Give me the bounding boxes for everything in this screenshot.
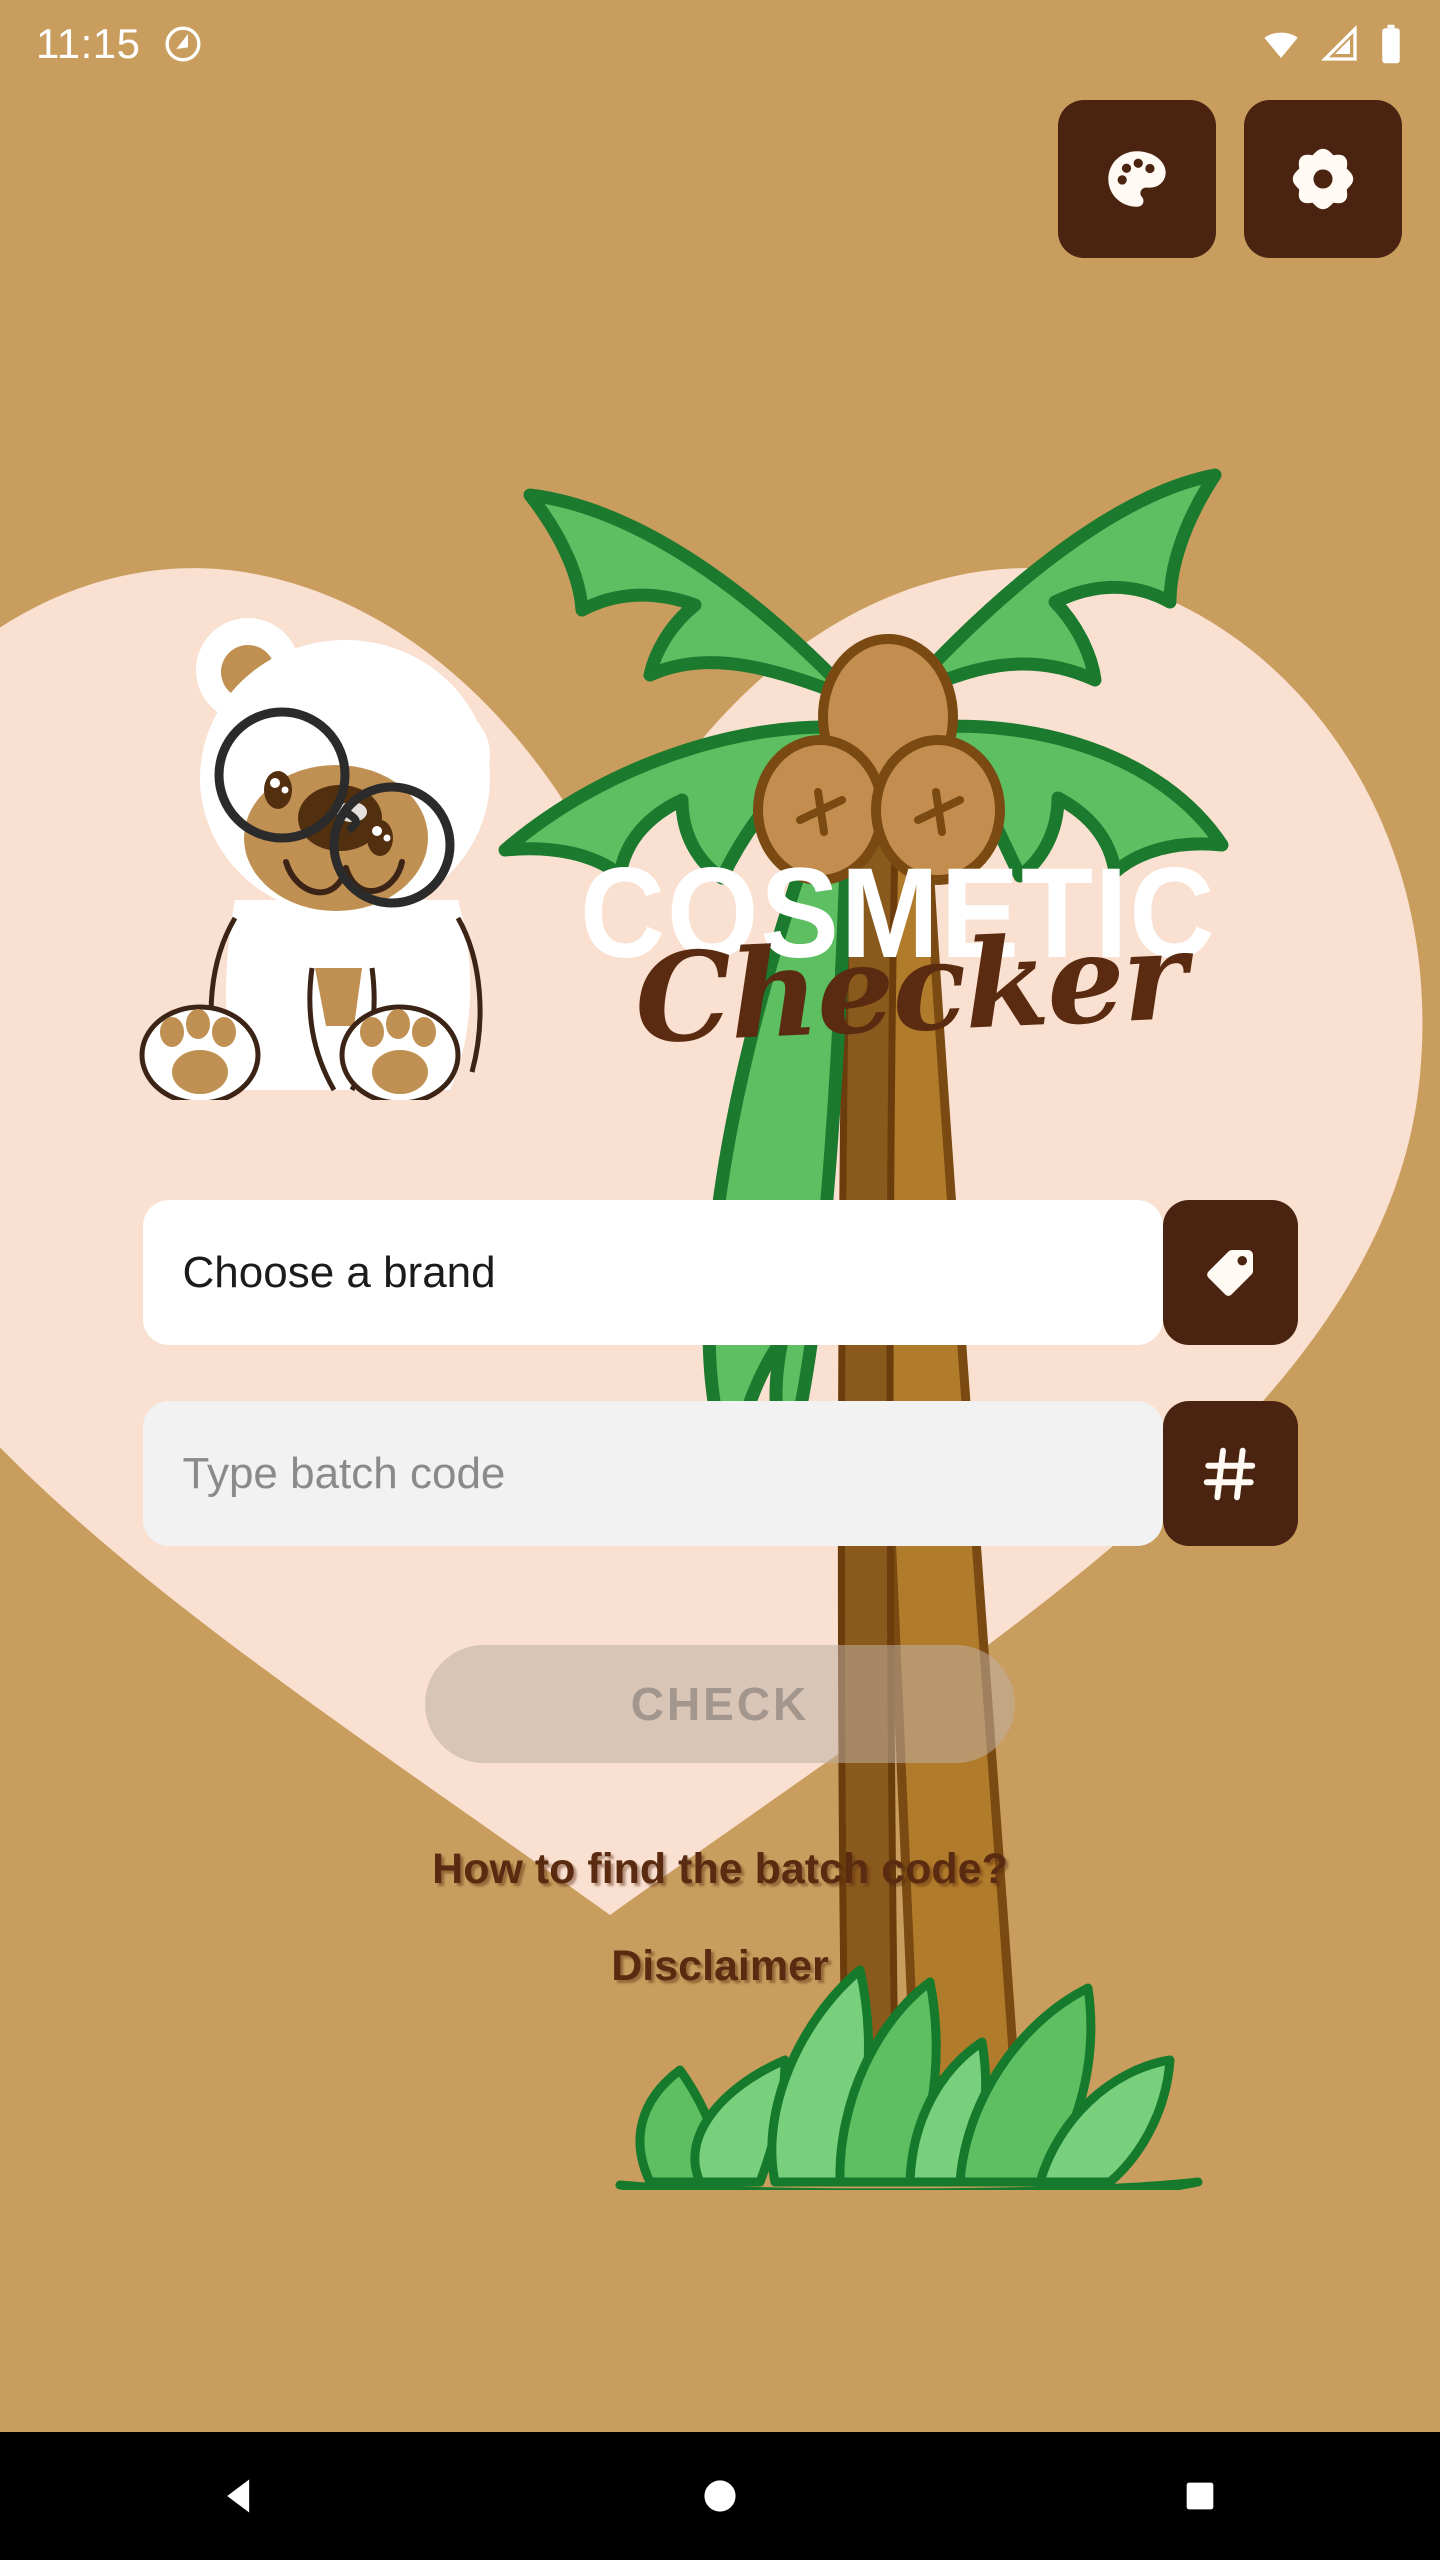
batch-code-input[interactable]: Type batch code xyxy=(142,1401,1163,1546)
check-button[interactable]: CHECK xyxy=(425,1645,1015,1763)
settings-button[interactable] xyxy=(1244,100,1402,258)
teddy-bear-mascot xyxy=(139,618,490,1100)
top-action-bar xyxy=(1058,100,1402,258)
app-logo: COSMETIC Checker xyxy=(580,850,1380,1100)
battery-full-icon xyxy=(1382,24,1400,64)
logo-cosmetic-text: COSMETIC xyxy=(580,842,1217,985)
palette-icon xyxy=(1108,151,1166,207)
wifi-icon xyxy=(1264,32,1298,58)
disclaimer-link[interactable]: Disclaimer xyxy=(0,1942,1440,1991)
batch-hash-button[interactable] xyxy=(1162,1401,1298,1546)
home-icon xyxy=(704,2480,736,2512)
search-form: Choose a brand Type batch code xyxy=(0,1200,1440,1546)
app-screen: COSMETIC Checker 11:15 Choose a brand Ty… xyxy=(0,0,1440,2560)
cellular-signal-icon xyxy=(1320,24,1357,61)
hash-icon xyxy=(1203,1447,1256,1500)
batch-row: Type batch code xyxy=(142,1401,1298,1546)
status-system-icons xyxy=(1260,23,1404,65)
back-icon xyxy=(227,2479,250,2513)
brand-row: Choose a brand xyxy=(142,1200,1298,1345)
brand-select[interactable]: Choose a brand xyxy=(142,1200,1163,1345)
gear-icon xyxy=(1292,148,1354,210)
footer-links: How to find the batch code? Disclaimer xyxy=(0,1845,1440,1991)
grass-illustration xyxy=(615,1965,1203,2190)
nav-recents-button[interactable] xyxy=(1140,2432,1260,2560)
nav-home-button[interactable] xyxy=(660,2432,780,2560)
status-notification-icons xyxy=(163,24,203,64)
app-notification-icon xyxy=(165,26,200,62)
status-clock: 11:15 xyxy=(36,20,141,67)
android-navigation-bar xyxy=(0,2432,1440,2560)
brand-tag-button[interactable] xyxy=(1162,1200,1298,1345)
how-to-find-batch-code-link[interactable]: How to find the batch code? xyxy=(0,1845,1440,1894)
tag-icon xyxy=(1207,1249,1253,1296)
theme-button[interactable] xyxy=(1058,100,1216,258)
status-bar: 11:15 xyxy=(0,0,1440,88)
recents-icon xyxy=(1186,2482,1214,2510)
logo-checker-text: Checker xyxy=(631,903,1188,1071)
nav-back-button[interactable] xyxy=(180,2432,300,2560)
